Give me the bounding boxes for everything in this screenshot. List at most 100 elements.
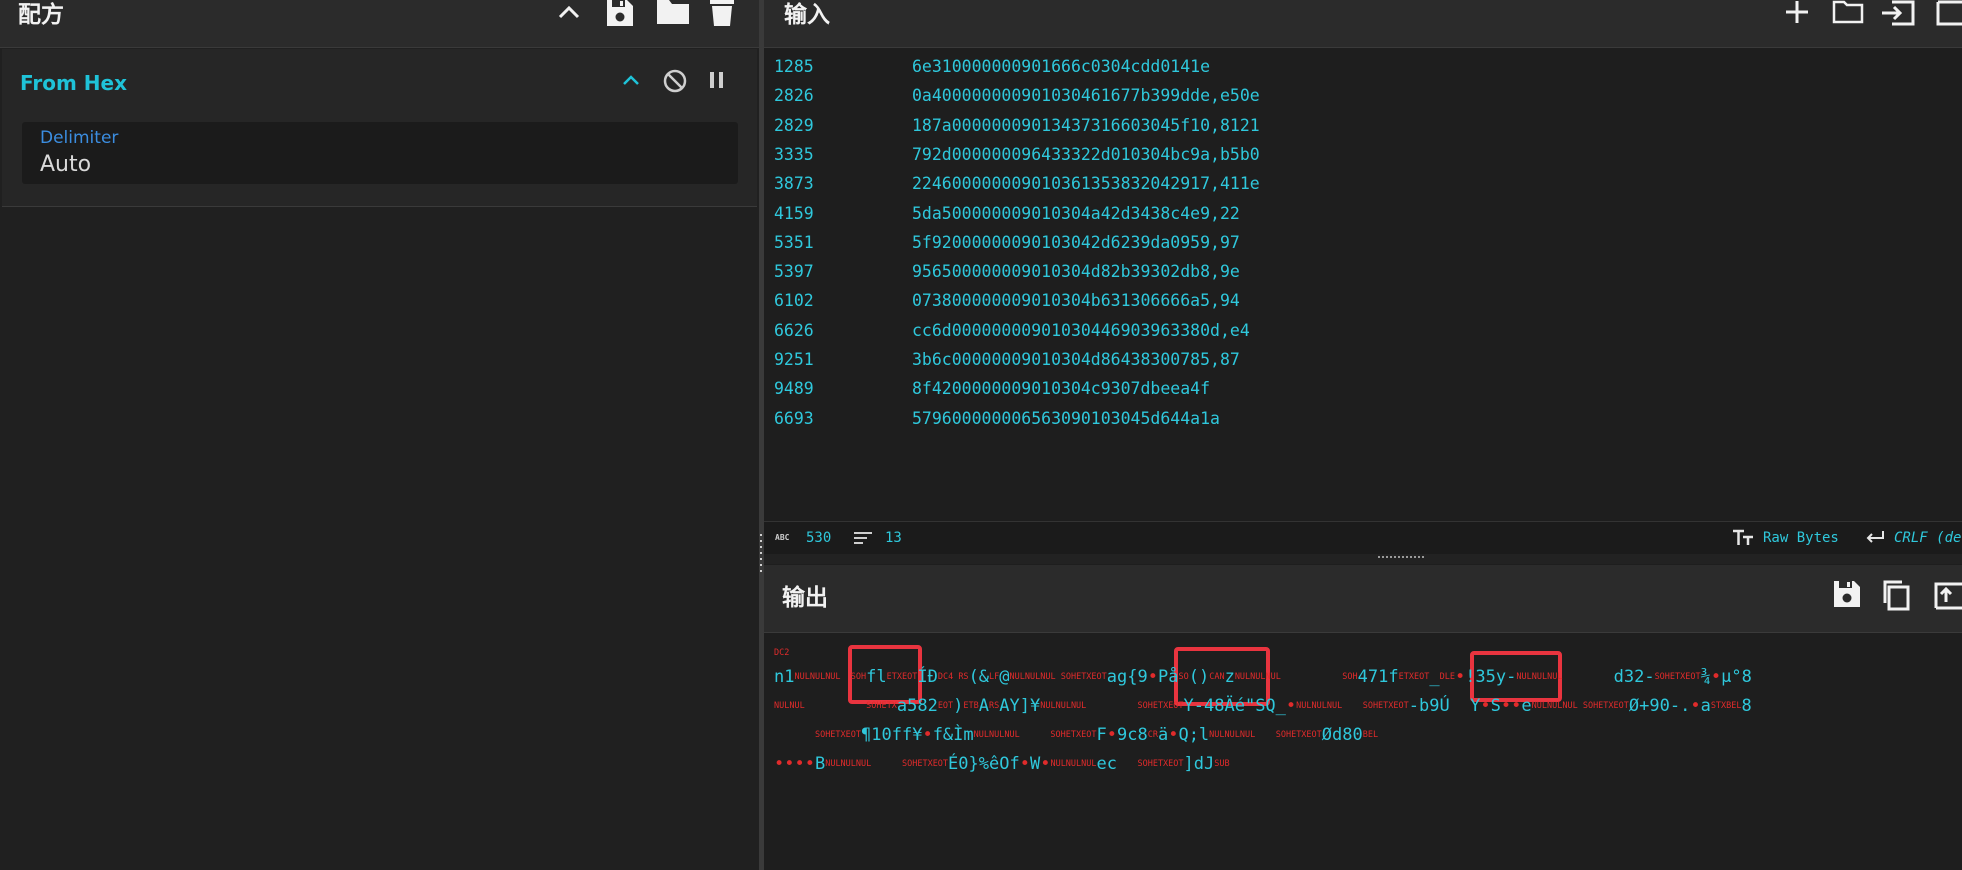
output-textarea[interactable]: DC2 n1NULNULNUL SOHflETXEOTÍÐDC4 RS(&LF@N…: [764, 633, 1962, 870]
input-line-id: 1285: [774, 57, 814, 76]
output-text: A: [978, 696, 990, 716]
output-line: NULNUL SOHETXa582EOT)ETBARSAY]¥NULNULNUL…: [774, 696, 1752, 716]
input-line: 4159 5da500000009010304a42d3438c4e9,22: [774, 199, 1240, 228]
copy-icon[interactable]: [1880, 579, 1912, 611]
input-line: 1285 6e310000000901666c0304cdd0141e: [774, 52, 1210, 81]
output-text: !35y-: [1465, 667, 1517, 687]
control-char-label: SOH: [850, 672, 867, 682]
input-output-splitter[interactable]: [764, 554, 1962, 564]
output-text: e: [1521, 696, 1532, 716]
output-text: F: [1096, 725, 1107, 745]
folder-icon[interactable]: [1832, 0, 1864, 24]
control-char-label: DC2: [774, 648, 790, 658]
output-text: (): [1188, 667, 1210, 687]
output-text: É0}%êOf: [948, 754, 1020, 774]
output-text: 471f: [1357, 667, 1399, 687]
input-line-hex: 224600000009010361353832042917,411e: [912, 174, 1260, 194]
input-line: 6102 073800000009010304b631306666a5,94: [774, 286, 1240, 315]
output-text: µ°8: [1721, 667, 1752, 687]
encoding-button[interactable]: Raw Bytes: [1763, 530, 1839, 546]
nonprintable-dot: •: [1690, 696, 1701, 716]
output-text: AY]¥: [999, 696, 1041, 716]
output-text: @: [999, 667, 1010, 687]
output-text: ¶10ff¥: [861, 725, 923, 745]
input-line-id: 2829: [774, 115, 814, 135]
export-icon[interactable]: [1934, 580, 1962, 610]
input-line-id: 9251: [774, 350, 814, 369]
output-line: ••••BNULNULNUL SOHETXEOTÉ0}%êOf•W•NULNUL…: [774, 754, 1230, 774]
control-char-label: CAN: [1209, 672, 1225, 682]
output-text: a582: [896, 696, 938, 716]
delimiter-value[interactable]: Auto: [40, 152, 720, 177]
pause-icon[interactable]: [708, 70, 726, 90]
output-text: W: [1029, 754, 1041, 774]
nonprintable-dot: •: [1019, 754, 1030, 774]
nonprintable-dot: •: [1040, 754, 1051, 774]
input-line-hex: 8f4200000009010304c9307dbeea4f: [912, 379, 1211, 399]
nonprintable-dot: •: [1168, 725, 1179, 745]
io-panel: 输入 1285 6e310000000901666c0304cdd0141e 282…: [764, 0, 1962, 870]
text-length-icon: ABC: [775, 533, 790, 542]
disable-icon[interactable]: [662, 68, 688, 94]
control-char-label: SOH: [1342, 672, 1358, 682]
control-char-label: SOHETXEOT: [1362, 701, 1409, 711]
import-icon[interactable]: [1936, 0, 1962, 26]
output-text: (&: [968, 667, 990, 687]
control-char-label: NULNULNUL: [1040, 701, 1087, 711]
input-line-hex: 073800000009010304b631306666a5,94: [912, 291, 1240, 311]
input-line-hex: 187a00000009013437316603045f10,8121: [912, 115, 1260, 135]
trash-icon[interactable]: [710, 0, 734, 26]
nonprintable-dot: •: [922, 725, 933, 745]
control-char-label: SUB: [1214, 759, 1230, 769]
input-line: 3335 792d000000096433322d010304bc9a,b5b0: [774, 140, 1260, 169]
save-icon[interactable]: [605, 0, 635, 26]
control-char-label: NULNULNUL: [1516, 672, 1563, 682]
delimiter-field[interactable]: Delimiter Auto: [22, 122, 738, 184]
input-line-id: 5351: [774, 232, 814, 252]
import-icon[interactable]: [1880, 0, 1916, 26]
input-line-hex: 5f92000000090103042d6239da0959,97: [912, 232, 1240, 252]
input-status-bar: ABC 530 13 Raw Bytes CRLF (de: [764, 521, 1962, 555]
control-char-label: ETXEOT: [1398, 672, 1430, 682]
input-line-hex: 579600000006563090103045d644a1a: [912, 408, 1220, 428]
input-line-id: 6102: [774, 291, 814, 311]
output-text: ]dJ: [1183, 754, 1215, 774]
plus-icon[interactable]: [1784, 0, 1810, 24]
input-textarea[interactable]: 1285 6e310000000901666c0304cdd0141e 2826 0a…: [764, 48, 1962, 520]
output-line: n1NULNULNUL SOHflETXEOTÍÐDC4 RS(&LF@NULN…: [774, 667, 1752, 687]
output-text: f&Ìm: [932, 725, 974, 745]
input-line-id: 2826: [774, 86, 814, 106]
control-char-label: SOHETXEOT: [1050, 730, 1097, 740]
control-char-label: NULNULNUL: [973, 730, 1020, 740]
output-title: 输出: [782, 585, 828, 611]
output-text: ÍÐ: [917, 667, 938, 687]
input-line-id: 6626: [774, 320, 814, 340]
output-text: På: [1157, 667, 1179, 687]
input-line: 5351 5f92000000090103042d6239da0959,97: [774, 228, 1240, 257]
nonprintable-dot: ••••: [774, 754, 815, 774]
input-line-id: 3335: [774, 144, 814, 164]
control-char-label: ETB: [963, 701, 979, 711]
input-line-id: 6693: [774, 408, 814, 428]
nonprintable-dot: •: [1480, 696, 1491, 716]
control-char-label: DC4 RS: [937, 672, 969, 682]
save-icon[interactable]: [1832, 580, 1862, 608]
output-text: 9c8: [1116, 725, 1148, 745]
control-char-label: SOHETXEOT: [814, 730, 862, 740]
folder-icon[interactable]: [656, 0, 690, 24]
output-text: z: [1224, 667, 1235, 687]
return-icon: [1865, 531, 1885, 549]
output-text: Q;l: [1178, 725, 1210, 745]
input-line: 3873 224600000009010361353832042917,411e: [774, 169, 1260, 198]
input-line: 6626 cc6d00000000901030446903963380d,e4: [774, 316, 1250, 345]
input-line-id: 4159: [774, 203, 814, 223]
chevron-up-icon[interactable]: [556, 2, 582, 22]
control-char-label: EOT: [937, 701, 954, 711]
chevron-up-icon[interactable]: [621, 73, 641, 87]
eol-button[interactable]: CRLF (de: [1894, 530, 1961, 546]
